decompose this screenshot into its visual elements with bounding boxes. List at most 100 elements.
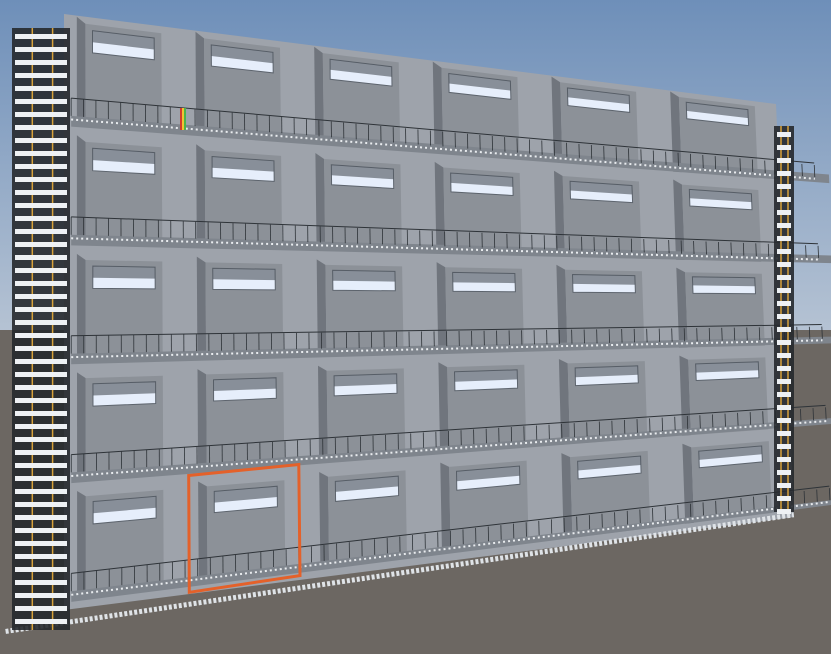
window-lintel-shadow [92,381,156,396]
railing-post [758,327,761,340]
window-bay [438,362,527,454]
railing-post [812,408,814,421]
window-bay [554,170,642,259]
window-bay [318,365,406,463]
scaffold-rung [777,171,791,176]
railing-post [739,158,741,172]
window-bay [76,253,163,362]
scaffold-rung [15,606,67,611]
scaffold-rung [15,437,67,442]
scaffold-rung [15,294,67,299]
scaffold-rung [15,281,67,286]
scaffold-rung [15,385,67,390]
scaffold-left [12,28,70,630]
scaffold-rung [15,359,67,364]
scaffold-rung [777,197,791,202]
recess-shadow [77,491,86,599]
scaffold-rung [777,210,791,215]
scaffold-rung [15,307,67,312]
recess-shadow [434,161,445,254]
window-bay [676,267,765,348]
railing-post [816,489,818,502]
window-bay [436,262,524,354]
scene-viewport[interactable] [0,0,831,654]
railing-post [762,411,764,424]
scaffold-rung [15,73,67,78]
scaffold-rung [777,236,791,241]
scaffold-rung [777,275,791,280]
window-lintel-shadow [332,270,396,282]
recess-shadow [196,144,206,247]
scaffold-rung [15,177,67,182]
scaffold-rung [15,515,67,520]
scaffold-rung [777,431,791,436]
scaffold-rung [15,138,67,143]
railing-post [808,326,811,339]
window-lintel-shadow [692,276,756,287]
scaffold-rung [777,158,791,163]
railing-post [742,242,745,256]
recess-shadow [77,372,86,481]
window-bay [315,153,402,253]
scaffold-rung [777,509,791,514]
railing-post [813,165,816,178]
railing-post [796,326,798,340]
railing-post [730,242,732,256]
railing-post [771,327,773,340]
scaffold-rung [15,242,67,247]
window-lintel-shadow [212,268,276,281]
scaffold-rung [15,216,67,221]
scaffold-rung [15,164,67,169]
railing-post [764,160,766,174]
railing-post [765,495,768,508]
marker-gizmo[interactable] [180,108,186,130]
railing-post [803,490,806,504]
scaffold-rung [15,489,67,494]
window-bay [76,135,163,246]
recess-shadow [432,61,444,154]
scaffold-rung [777,392,791,397]
window-bay [316,259,404,357]
recess-shadow [438,362,449,454]
window-lintel-shadow [452,272,516,284]
recess-shadow [76,135,86,244]
scaffold-rung [777,418,791,423]
scaffold-rung [15,203,67,208]
marker-bar [184,108,186,130]
recess-shadow [76,253,86,362]
scaffold-rung [777,457,791,462]
scaffold-rung [15,554,67,559]
scaffold-rung [777,223,791,228]
scaffold-rung [15,151,67,156]
scaffold-rung [15,411,67,416]
scaffold-rung [15,502,67,507]
window-lintel-shadow [92,266,156,279]
railing-post [733,327,736,341]
scaffold-rung [777,184,791,189]
railing-post [740,498,742,511]
window-bay [432,61,520,160]
scaffold-rung [15,424,67,429]
marker-bar [180,108,182,130]
scaffold-rung [15,229,67,234]
window-bay [556,264,645,351]
scaffold-rung [15,190,67,195]
building-facade-scene[interactable] [0,0,831,654]
railing-post [825,407,827,420]
window-lintel-shadow [572,274,636,285]
scaffold-rung [777,145,791,150]
railing-post [751,159,754,173]
recess-shadow [436,262,447,354]
scaffold-rung [15,593,67,598]
railing-post [800,408,802,422]
scaffold-rung [777,483,791,488]
scaffold-rung [15,450,67,455]
scaffold-rung [15,255,67,260]
scaffold-rung [15,320,67,325]
marker-bar [182,108,184,130]
railing-post [737,412,739,426]
scaffold-rung [15,333,67,338]
railing-post [727,157,729,171]
recess-shadow [76,16,86,126]
scaffold-rung [777,379,791,384]
